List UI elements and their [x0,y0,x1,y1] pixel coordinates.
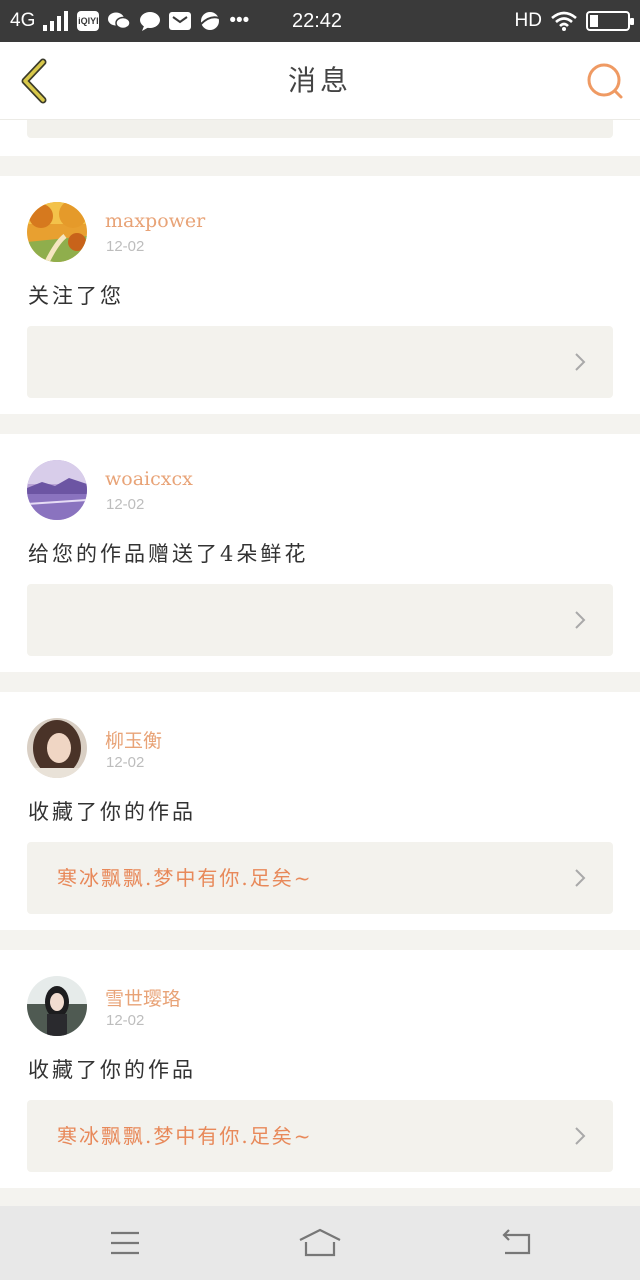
network-indicator: 4G [10,10,36,31]
wechat-icon [108,12,132,30]
clock: 22:42 [292,10,343,32]
username[interactable]: 雪世璎珞 [105,984,181,1011]
divider [0,156,640,176]
avatar-image [27,460,87,520]
avatar[interactable] [27,202,87,262]
divider [0,672,640,692]
work-link[interactable]: 寒冰飘飘.梦中有你.足矣~ [27,1100,613,1172]
mail-icon [169,12,192,30]
message-item[interactable]: 柳玉衡 12-02 收藏了你的作品 寒冰飘飘.梦中有你.足矣~ [0,692,640,930]
avatar[interactable] [27,718,87,778]
message-text: 关注了您 [28,284,124,308]
divider [0,1188,640,1206]
hd-indicator: HD [514,10,542,31]
message-date: 12-02 [106,238,145,255]
message-text: 收藏了你的作品 [28,800,196,824]
chat-bubble-icon [140,12,161,31]
avatar[interactable] [27,976,87,1036]
avatar-image [27,202,87,262]
message-item[interactable]: 雪世璎珞 12-02 收藏了你的作品 寒冰飘飘.梦中有你.足矣~ [0,950,640,1188]
home-button[interactable] [298,1226,342,1260]
avatar-image [27,976,87,1036]
back-nav-button[interactable] [494,1226,538,1260]
search-button[interactable] [584,60,626,102]
status-bar: 4G iQIYI ••• 22:42 HD [0,0,640,42]
work-link[interactable] [27,326,613,398]
previous-item-remnant [0,120,640,156]
planet-icon [200,12,220,30]
username[interactable]: maxpower [105,210,205,232]
more-indicator: ••• [229,10,250,31]
message-text: 给您的作品赠送了4朵鲜花 [28,542,309,566]
message-date: 12-02 [106,496,145,513]
search-icon [587,63,623,99]
system-nav-bar [0,1206,640,1280]
avatar[interactable] [27,460,87,520]
signal-icon [43,11,69,31]
message-list: maxpower 12-02 关注了您 woaicxcx 12-02 给您的作品… [0,120,640,1206]
divider [0,414,640,434]
message-text: 收藏了你的作品 [28,1058,196,1082]
app-header: 消息 [0,42,640,120]
battery-icon [586,11,634,31]
menu-button[interactable] [103,1226,147,1260]
work-link[interactable] [27,584,613,656]
username[interactable]: 柳玉衡 [105,726,162,753]
wifi-icon [551,11,577,31]
previous-item-ref-box [27,120,613,138]
avatar-image [27,718,87,778]
message-item[interactable]: woaicxcx 12-02 给您的作品赠送了4朵鲜花 [0,434,640,672]
status-bar-left: 4G iQIYI ••• [10,0,249,42]
chevron-right-icon [575,611,586,629]
return-icon [502,1229,531,1255]
divider [0,930,640,950]
message-date: 12-02 [106,1012,145,1029]
username[interactable]: woaicxcx [105,468,193,490]
menu-icon [111,1231,139,1255]
chevron-right-icon [575,869,586,887]
work-link[interactable]: 寒冰飘飘.梦中有你.足矣~ [27,842,613,914]
message-date: 12-02 [106,754,145,771]
home-icon [299,1228,341,1257]
chevron-right-icon [575,1127,586,1145]
status-bar-right: HD [514,0,634,42]
work-title: 寒冰飘飘.梦中有你.足矣~ [57,1124,313,1148]
page-title: 消息 [287,64,352,97]
iqiyi-icon: iQIYI [77,11,100,31]
battery-level [590,15,598,27]
message-item[interactable]: maxpower 12-02 关注了您 [0,176,640,414]
chevron-right-icon [575,353,586,371]
work-title: 寒冰飘飘.梦中有你.足矣~ [57,866,313,890]
